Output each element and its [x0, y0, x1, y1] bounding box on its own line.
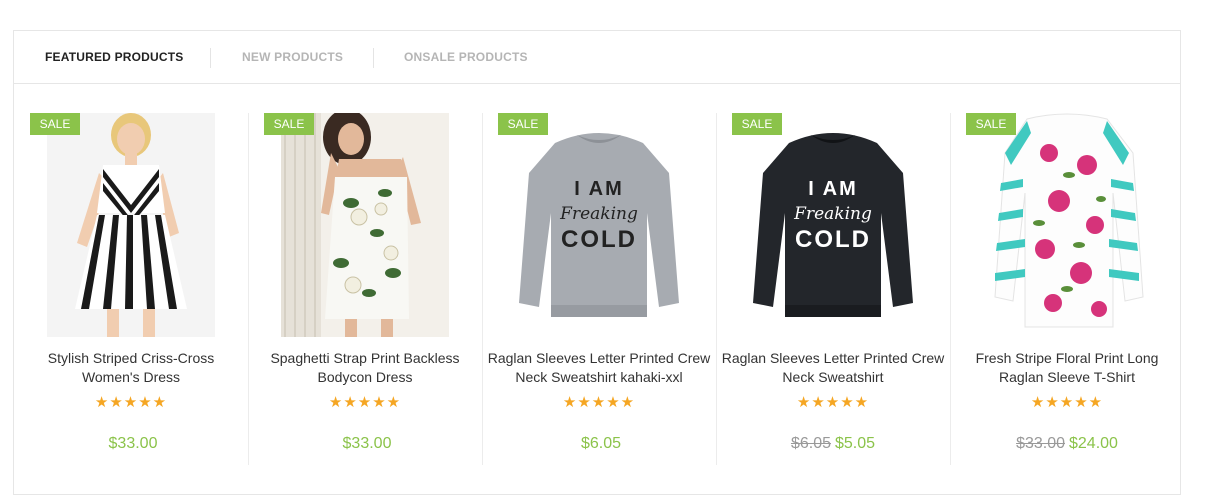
product-name-line1: Raglan Sleeves Letter Printed Crew [721, 350, 945, 366]
product-card[interactable]: SALE Spaghetti Strap Print Backless Body… [248, 113, 482, 465]
sweatshirt-print-line2: Freaking [793, 204, 872, 224]
current-price: $33.00 [108, 435, 158, 452]
product-name-line2: Women's Dress [81, 369, 181, 385]
product-price: $33.00 [14, 435, 248, 453]
rating-stars: ★★★★★ [796, 394, 870, 411]
sale-badge: SALE [264, 113, 314, 135]
sweatshirt-print-line1: I AM [574, 178, 623, 200]
product-card[interactable]: SALE Stylish Striped Criss-Cross Women's… [14, 113, 248, 465]
tab-divider [210, 48, 211, 68]
product-price: $33.00 [248, 435, 482, 453]
current-price: $5.05 [835, 435, 876, 452]
sale-badge: SALE [966, 113, 1016, 135]
product-price: $6.05 $5.05 [716, 435, 950, 453]
sweatshirt-print-line3: COLD [561, 226, 637, 253]
product-name-line2: Neck Sweatshirt [782, 369, 884, 385]
product-name[interactable]: Fresh Stripe Floral Print Long Raglan Sl… [948, 349, 1186, 387]
current-price: $33.00 [342, 435, 392, 452]
old-price: $33.00 [1016, 435, 1065, 452]
rating-stars: ★★★★★ [94, 394, 168, 411]
current-price: $24.00 [1069, 435, 1118, 452]
rating-stars: ★★★★★ [562, 394, 636, 411]
sale-badge: SALE [498, 113, 548, 135]
tab-featured-products[interactable]: FEATURED PRODUCTS [45, 50, 184, 64]
product-name-line1: Spaghetti Strap Print Backless [270, 350, 460, 366]
product-name[interactable]: Spaghetti Strap Print Backless Bodycon D… [246, 349, 484, 387]
sweatshirt-print-line3: COLD [795, 226, 871, 253]
product-tabs: FEATURED PRODUCTS NEW PRODUCTS ONSALE PR… [14, 31, 1180, 84]
product-name[interactable]: Raglan Sleeves Letter Printed Crew Neck … [714, 349, 952, 387]
product-name-line1: Stylish Striped Criss-Cross [47, 350, 215, 366]
rating-stars: ★★★★★ [1030, 394, 1104, 411]
product-name-line2: Raglan Sleeve T-Shirt [999, 369, 1135, 385]
product-card[interactable]: I AM Freaking COLD SALE Raglan Sleeves L… [716, 113, 950, 465]
rating-stars: ★★★★★ [328, 394, 402, 411]
product-name[interactable]: Raglan Sleeves Letter Printed Crew Neck … [480, 349, 718, 387]
sweatshirt-print-line2: Freaking [559, 204, 638, 224]
product-image[interactable] [47, 113, 215, 337]
product-name-line1: Raglan Sleeves Letter Printed Crew [487, 350, 711, 366]
tab-divider [373, 48, 374, 68]
sale-badge: SALE [732, 113, 782, 135]
product-card[interactable]: SALE Fresh Stripe Floral Print Long Ragl… [950, 113, 1184, 465]
tab-new-products[interactable]: NEW PRODUCTS [242, 50, 343, 64]
product-name[interactable]: Stylish Striped Criss-Cross Women's Dres… [12, 349, 250, 387]
products-panel: FEATURED PRODUCTS NEW PRODUCTS ONSALE PR… [13, 30, 1181, 495]
product-card[interactable]: I AM Freaking COLD SALE Raglan Sleeves L… [482, 113, 716, 465]
product-name-line1: Fresh Stripe Floral Print Long [975, 350, 1159, 366]
product-image[interactable] [983, 113, 1151, 337]
current-price: $6.05 [580, 435, 622, 452]
old-price: $6.05 [790, 435, 831, 452]
product-price: $6.05 [482, 435, 716, 453]
product-name-line2: Neck Sweatshirt kahaki-xxl [515, 369, 683, 385]
product-price: $33.00 $24.00 [950, 435, 1184, 453]
tab-onsale-products[interactable]: ONSALE PRODUCTS [404, 50, 528, 64]
product-image[interactable]: I AM Freaking COLD [749, 113, 917, 337]
sale-badge: SALE [30, 113, 80, 135]
product-name-line2: Bodycon Dress [317, 369, 413, 385]
product-image[interactable] [281, 113, 449, 337]
sweatshirt-print-line1: I AM [808, 178, 857, 200]
product-image[interactable]: I AM Freaking COLD [515, 113, 683, 337]
